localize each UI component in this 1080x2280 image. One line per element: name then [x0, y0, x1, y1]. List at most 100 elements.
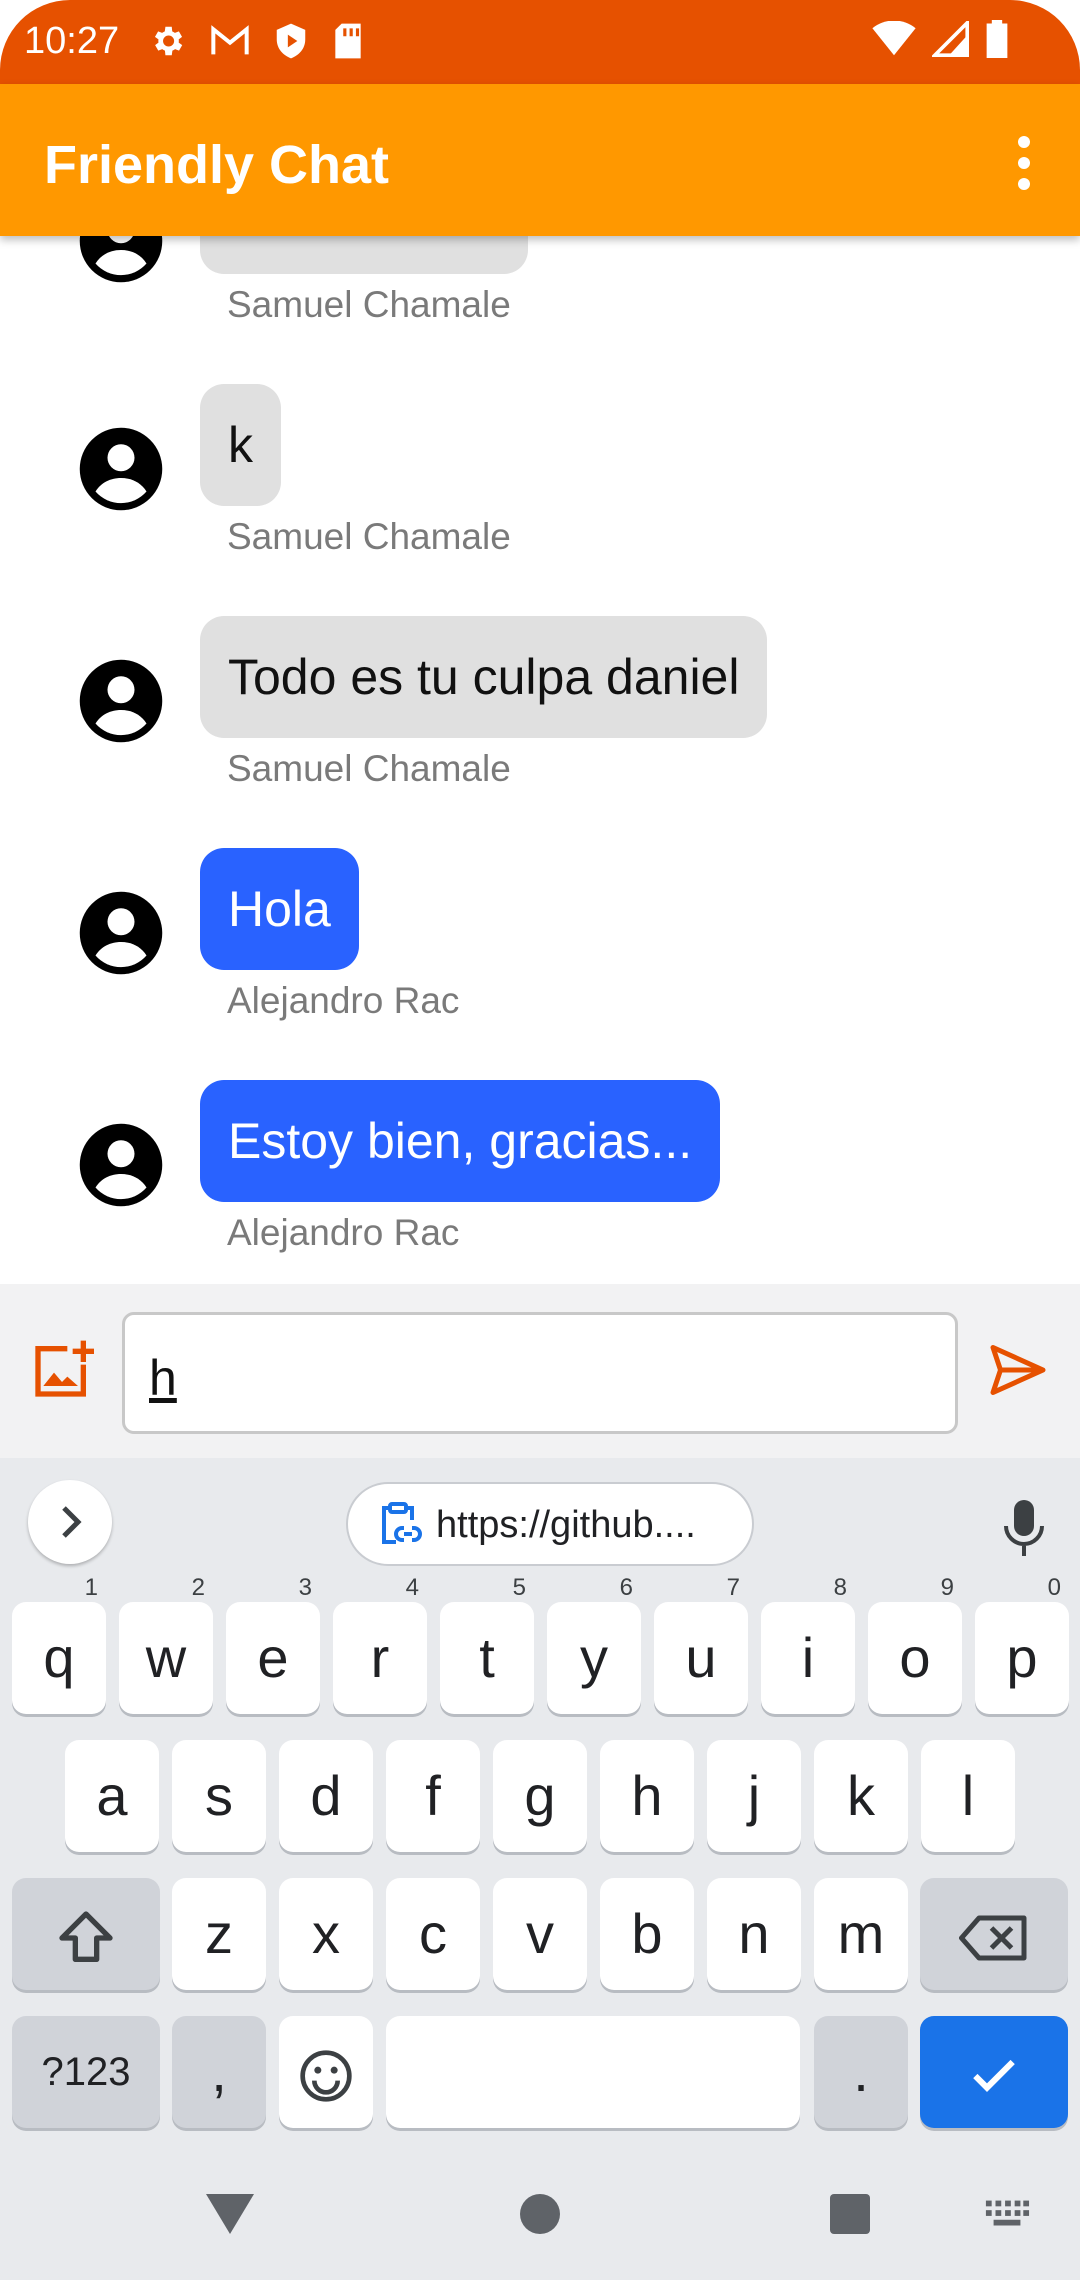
emoji-icon [300, 2050, 352, 2102]
key-label: y [580, 1626, 608, 1689]
more-vert-icon[interactable] [994, 128, 1054, 198]
key-hint: 7 [726, 1574, 740, 1601]
key-k[interactable]: k [814, 1740, 908, 1852]
shift-icon [59, 1911, 113, 1963]
recents-icon[interactable] [828, 2192, 872, 2236]
key-y[interactable]: y6 [547, 1576, 641, 1714]
system-navigation-bar [0, 2150, 1080, 2280]
shield-icon [276, 23, 306, 59]
message-sender: Alejandro Rac [227, 980, 460, 1021]
comma-key[interactable]: , [172, 2016, 266, 2128]
sd-card-icon [335, 23, 361, 59]
signal-icon [932, 21, 969, 57]
message-bubble [200, 236, 528, 274]
key-j[interactable]: j [707, 1740, 801, 1852]
message-composer: h [0, 1284, 1080, 1458]
backspace-key[interactable] [920, 1878, 1068, 1990]
key-label: p [1006, 1626, 1038, 1689]
key-i[interactable]: i8 [761, 1576, 855, 1714]
key-l[interactable]: l [921, 1740, 1015, 1852]
message-bubble: Hola [200, 848, 359, 970]
message-sender: Alejandro Rac [227, 1212, 460, 1253]
add-photo-icon[interactable] [30, 1338, 94, 1402]
key-label: r [370, 1626, 390, 1689]
back-icon[interactable] [204, 2190, 256, 2238]
key-s[interactable]: s [172, 1740, 266, 1852]
message-input-value: h [149, 1350, 177, 1406]
key-v[interactable]: v [493, 1878, 587, 1990]
message-sender: Samuel Chamale [227, 284, 511, 325]
status-time: 10:27 [24, 20, 120, 62]
space-key[interactable] [386, 2016, 800, 2128]
key-z[interactable]: z [172, 1878, 266, 1990]
shift-key[interactable] [12, 1878, 160, 1990]
account-circle-icon [79, 659, 163, 743]
key-e[interactable]: e3 [226, 1576, 320, 1714]
key-hint: 4 [405, 1574, 419, 1601]
status-bar: 10:27 [0, 0, 1080, 84]
period-key[interactable]: . [814, 2016, 908, 2128]
wifi-icon [872, 21, 916, 56]
key-label: o [899, 1626, 931, 1689]
home-icon[interactable] [518, 2192, 562, 2236]
key-u[interactable]: u7 [654, 1576, 748, 1714]
key-p[interactable]: p0 [975, 1576, 1069, 1714]
key-m[interactable]: m [814, 1878, 908, 1990]
key-hint: 5 [512, 1574, 526, 1601]
key-d[interactable]: d [279, 1740, 373, 1852]
clipboard-suggestion-chip[interactable]: https://github.... [346, 1482, 754, 1566]
key-a[interactable]: a [65, 1740, 159, 1852]
key-x[interactable]: x [279, 1878, 373, 1990]
key-c[interactable]: c [386, 1878, 480, 1990]
key-r[interactable]: r4 [333, 1576, 427, 1714]
key-t[interactable]: t5 [440, 1576, 534, 1714]
account-circle-icon [79, 891, 163, 975]
key-g[interactable]: g [493, 1740, 587, 1852]
enter-key[interactable] [920, 2016, 1068, 2128]
gmail-icon [211, 25, 249, 55]
message-bubble: Todo es tu culpa daniel [200, 616, 768, 738]
settings-icon [154, 26, 183, 56]
key-label: q [43, 1626, 75, 1689]
key-hint: 6 [619, 1574, 633, 1601]
check-icon [973, 2060, 1015, 2093]
mic-icon[interactable] [1000, 1498, 1048, 1558]
key-label: w [145, 1626, 187, 1689]
key-f[interactable]: f [386, 1740, 480, 1852]
key-h[interactable]: h [600, 1740, 694, 1852]
clipboard-link-icon [382, 1502, 422, 1544]
key-n[interactable]: n [707, 1878, 801, 1990]
clipboard-suggestion-text: https://github.... [436, 1504, 696, 1546]
key-hint: 8 [833, 1574, 847, 1601]
key-label: t [479, 1626, 495, 1689]
key-hint: 2 [191, 1574, 205, 1601]
message-bubble: Estoy bien, gracias... [200, 1080, 721, 1202]
key-hint: 0 [1047, 1574, 1061, 1601]
message-input[interactable]: h [122, 1312, 958, 1434]
key-label: u [685, 1626, 717, 1689]
account-circle-icon [79, 427, 163, 511]
emoji-key[interactable] [279, 2016, 373, 2128]
key-q[interactable]: q1 [12, 1576, 106, 1714]
key-b[interactable]: b [600, 1878, 694, 1990]
message-list[interactable]: Samuel Chamale k Samuel Chamale Todo es … [0, 236, 1080, 1284]
key-w[interactable]: w2 [119, 1576, 213, 1714]
symbols-key[interactable]: ?123 [12, 2016, 160, 2128]
key-hint: 1 [84, 1574, 98, 1601]
send-icon[interactable] [986, 1340, 1050, 1400]
key-o[interactable]: o9 [868, 1576, 962, 1714]
key-label: i [801, 1626, 815, 1689]
app-bar: Friendly Chat [0, 84, 1080, 236]
account-circle-icon [79, 236, 163, 283]
account-circle-icon [79, 1123, 163, 1207]
key-hint: 9 [940, 1574, 954, 1601]
backspace-icon [959, 1915, 1027, 1961]
message-sender: Samuel Chamale [227, 516, 511, 557]
chevron-right-icon [62, 1506, 82, 1538]
app-title: Friendly Chat [44, 135, 390, 195]
keyboard-expand-button[interactable] [28, 1480, 112, 1564]
key-label: e [257, 1626, 289, 1689]
message-bubble: k [200, 384, 281, 506]
message-sender: Samuel Chamale [227, 748, 511, 789]
keyboard-switch-icon[interactable] [984, 2198, 1030, 2230]
